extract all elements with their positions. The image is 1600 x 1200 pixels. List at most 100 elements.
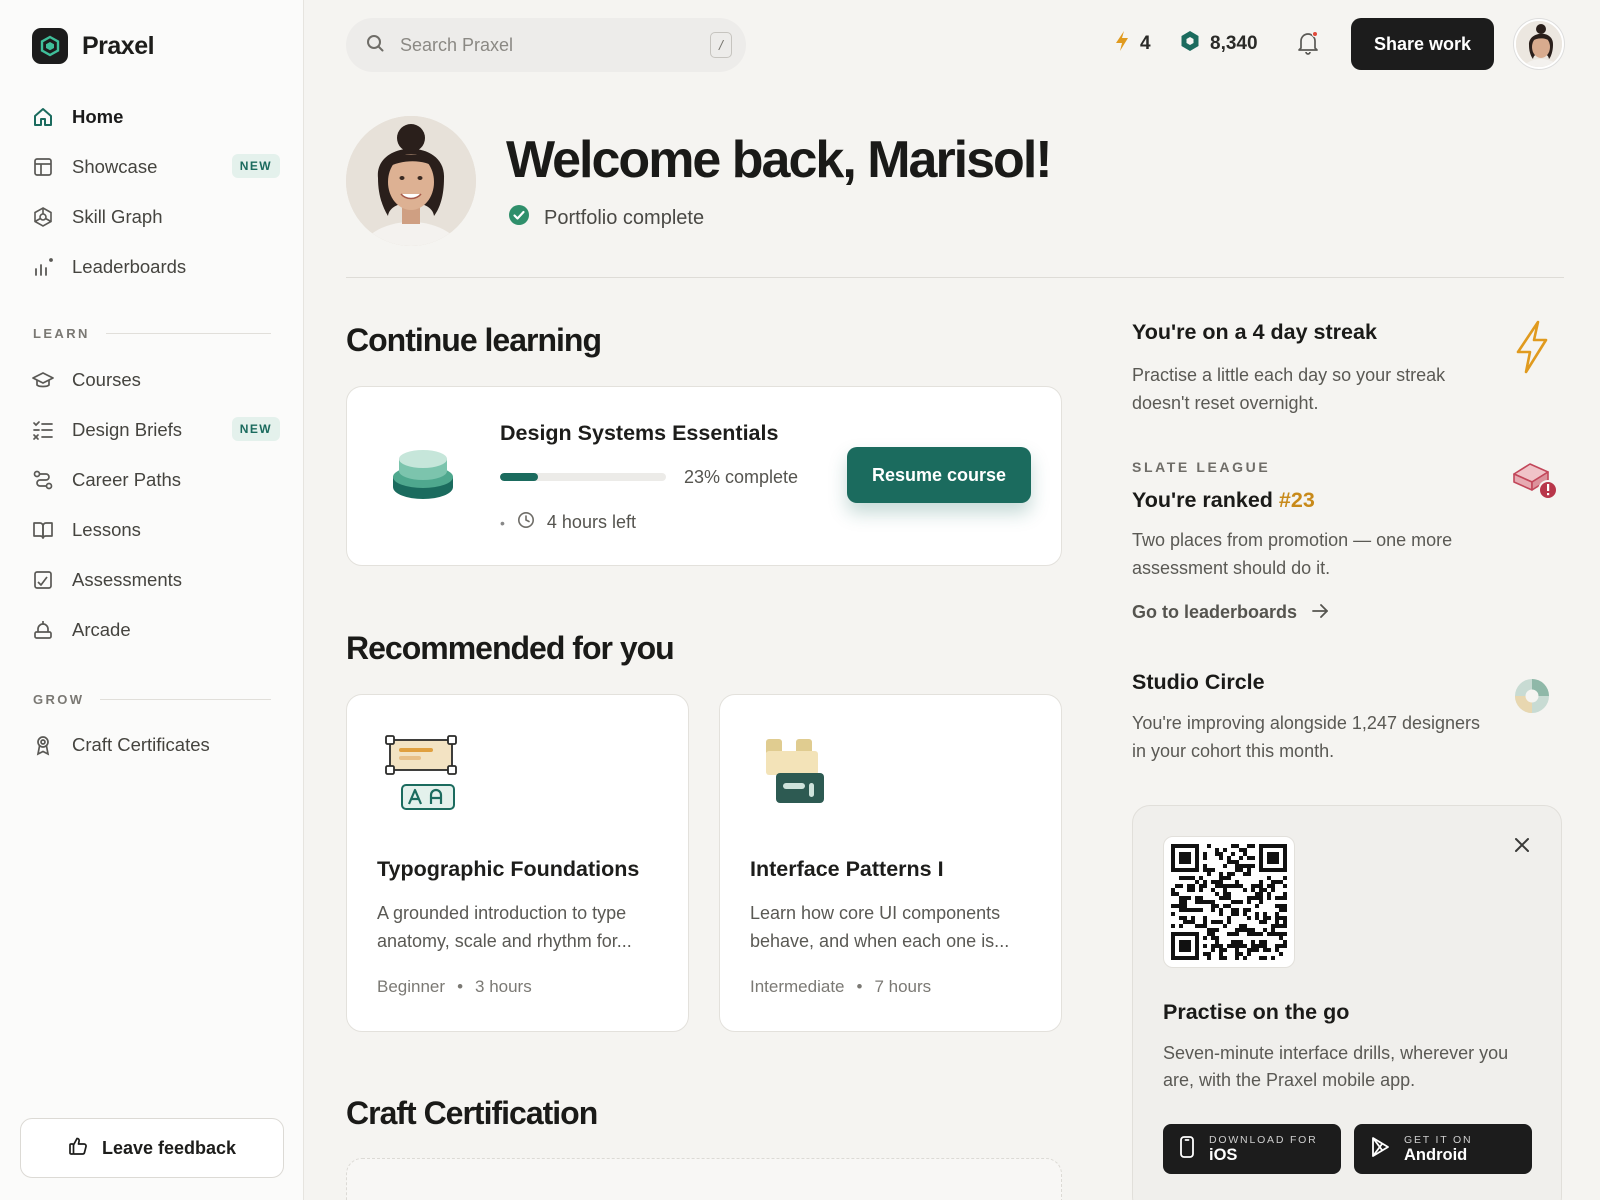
streak-counter[interactable]: 4 bbox=[1114, 30, 1151, 58]
learn-section-label: LEARN bbox=[33, 326, 271, 341]
book-icon bbox=[32, 519, 54, 541]
sidebar-item-design-briefs[interactable]: Design Briefs NEW bbox=[20, 405, 284, 455]
typography-icon bbox=[385, 735, 457, 816]
link-text: Go to leaderboards bbox=[1132, 602, 1298, 622]
sidebar-item-home[interactable]: Home bbox=[20, 92, 284, 142]
portfolio-status: Portfolio complete bbox=[508, 204, 704, 232]
rank-prefix: You're ranked bbox=[1132, 488, 1279, 512]
sidebar-item-label: Lessons bbox=[72, 519, 141, 540]
ios-big-text: iOS bbox=[1209, 1146, 1238, 1164]
sidebar-item-craft-certificates[interactable]: Craft Certificates bbox=[20, 720, 284, 770]
arcade-icon bbox=[32, 619, 54, 641]
recommended-card-typography[interactable]: Typographic Foundations A grounded intro… bbox=[346, 694, 689, 1032]
share-work-button[interactable]: Share work bbox=[1351, 18, 1494, 70]
card-level: Intermediate bbox=[750, 977, 845, 996]
new-badge: NEW bbox=[231, 154, 280, 178]
bullet-separator: • bbox=[856, 977, 863, 996]
rank-number: #23 bbox=[1278, 488, 1315, 512]
status-text: Portfolio complete bbox=[544, 206, 705, 229]
recommended-card-title: Typographic Foundations bbox=[377, 857, 640, 881]
feedback-label: Leave feedback bbox=[101, 1137, 237, 1158]
search-input[interactable] bbox=[400, 34, 690, 56]
sidebar-item-leaderboards[interactable]: Leaderboards bbox=[20, 242, 284, 292]
graduation-cap-icon bbox=[32, 369, 54, 391]
main-nav: Home Showcase NEW Skill Graph Leaderboar… bbox=[20, 92, 284, 292]
bullet-separator: • bbox=[500, 514, 505, 531]
grow-section-label: GROW bbox=[33, 692, 271, 707]
cohort-pie-icon bbox=[1514, 678, 1550, 719]
search-bar[interactable]: / bbox=[346, 18, 746, 72]
award-icon bbox=[32, 734, 54, 756]
certification-placeholder-card bbox=[346, 1158, 1062, 1200]
recommended-card-interface-patterns[interactable]: Interface Patterns I Learn how core UI c… bbox=[719, 694, 1062, 1032]
layout-icon bbox=[32, 156, 54, 178]
lightning-icon bbox=[1114, 30, 1130, 58]
sidebar-item-arcade[interactable]: Arcade bbox=[20, 605, 284, 655]
grow-nav: Craft Certificates bbox=[20, 720, 284, 770]
divider bbox=[100, 699, 271, 700]
close-icon[interactable] bbox=[1513, 836, 1531, 859]
sidebar-item-career-paths[interactable]: Career Paths bbox=[20, 455, 284, 505]
league-rank-title: You're ranked #23 bbox=[1132, 488, 1315, 513]
clock-icon bbox=[517, 511, 535, 534]
course-stack-icon bbox=[391, 441, 455, 510]
sidebar-item-label: Courses bbox=[72, 369, 141, 390]
search-icon bbox=[366, 34, 384, 57]
course-progress-bar bbox=[500, 473, 666, 481]
recommended-card-description: Learn how core UI components behave, and… bbox=[750, 903, 1010, 951]
qr-code bbox=[1163, 836, 1295, 968]
check-circle-icon bbox=[508, 204, 530, 232]
continue-course-card[interactable]: Design Systems Essentials 23% complete •… bbox=[346, 386, 1062, 566]
search-shortcut-key: / bbox=[710, 32, 732, 58]
sidebar-item-label: Showcase bbox=[72, 156, 158, 177]
sidebar-item-label: Design Briefs bbox=[72, 419, 183, 440]
card-level: Beginner bbox=[377, 977, 446, 996]
league-gem-alert-icon bbox=[1512, 460, 1560, 507]
course-title: Design Systems Essentials bbox=[500, 421, 779, 445]
assessment-icon bbox=[32, 569, 54, 591]
sidebar-item-label: Skill Graph bbox=[72, 206, 163, 227]
praxel-logo-icon bbox=[32, 28, 68, 64]
time-left: • 4 hours left bbox=[500, 511, 636, 534]
recommended-card-description: A grounded introduction to type anatomy,… bbox=[377, 903, 632, 951]
studio-circle-text: You're improving alongside 1,247 designe… bbox=[1132, 713, 1481, 761]
learn-label-text: LEARN bbox=[33, 326, 90, 341]
ios-small-text: DOWNLOAD FOR bbox=[1209, 1134, 1318, 1146]
sidebar-item-lessons[interactable]: Lessons bbox=[20, 505, 284, 555]
profile-photo bbox=[346, 116, 476, 246]
notifications-bell-icon[interactable] bbox=[1296, 30, 1320, 61]
sidebar-item-label: Home bbox=[72, 106, 124, 127]
download-ios-button[interactable]: DOWNLOAD FOR iOS bbox=[1163, 1124, 1341, 1174]
bar-chart-icon bbox=[32, 256, 54, 278]
recommended-card-title: Interface Patterns I bbox=[750, 857, 944, 881]
brand[interactable]: Praxel bbox=[32, 28, 155, 64]
app-promo-text: Seven-minute interface drills, wherever … bbox=[1163, 1043, 1509, 1090]
studio-circle-title: Studio Circle bbox=[1132, 670, 1265, 694]
resume-course-button[interactable]: Resume course bbox=[847, 447, 1031, 503]
streak-title: You're on a 4 day streak bbox=[1132, 320, 1377, 344]
sidebar-item-label: Career Paths bbox=[72, 469, 181, 490]
card-duration: 3 hours bbox=[475, 977, 532, 996]
android-big-text: Android bbox=[1404, 1146, 1468, 1164]
leave-feedback-button[interactable]: Leave feedback bbox=[20, 1118, 284, 1178]
play-store-icon bbox=[1370, 1136, 1390, 1163]
welcome-heading: Welcome back, Marisol! bbox=[506, 131, 1053, 189]
route-icon bbox=[32, 469, 54, 491]
sidebar: Praxel Home Showcase NEW Skill Graph Lea… bbox=[0, 0, 304, 1200]
sidebar-item-skill-graph[interactable]: Skill Graph bbox=[20, 192, 284, 242]
gems-counter[interactable]: 8,340 bbox=[1180, 30, 1258, 58]
progress-fill bbox=[500, 473, 539, 481]
gems-count: 8,340 bbox=[1210, 33, 1258, 54]
sidebar-item-assessments[interactable]: Assessments bbox=[20, 555, 284, 605]
recommended-card-meta: Intermediate • 7 hours bbox=[750, 977, 931, 997]
sidebar-item-showcase[interactable]: Showcase NEW bbox=[20, 142, 284, 192]
user-avatar[interactable] bbox=[1514, 19, 1564, 69]
time-left-text: 4 hours left bbox=[546, 512, 636, 532]
progress-text: 23% complete bbox=[684, 467, 799, 487]
get-android-button[interactable]: GET IT ON Android bbox=[1354, 1124, 1532, 1174]
go-to-leaderboards-link[interactable]: Go to leaderboards bbox=[1132, 602, 1329, 623]
sidebar-item-courses[interactable]: Courses bbox=[20, 355, 284, 405]
network-icon bbox=[32, 206, 54, 228]
lightning-bolt-icon bbox=[1514, 320, 1550, 379]
home-icon bbox=[32, 106, 54, 128]
